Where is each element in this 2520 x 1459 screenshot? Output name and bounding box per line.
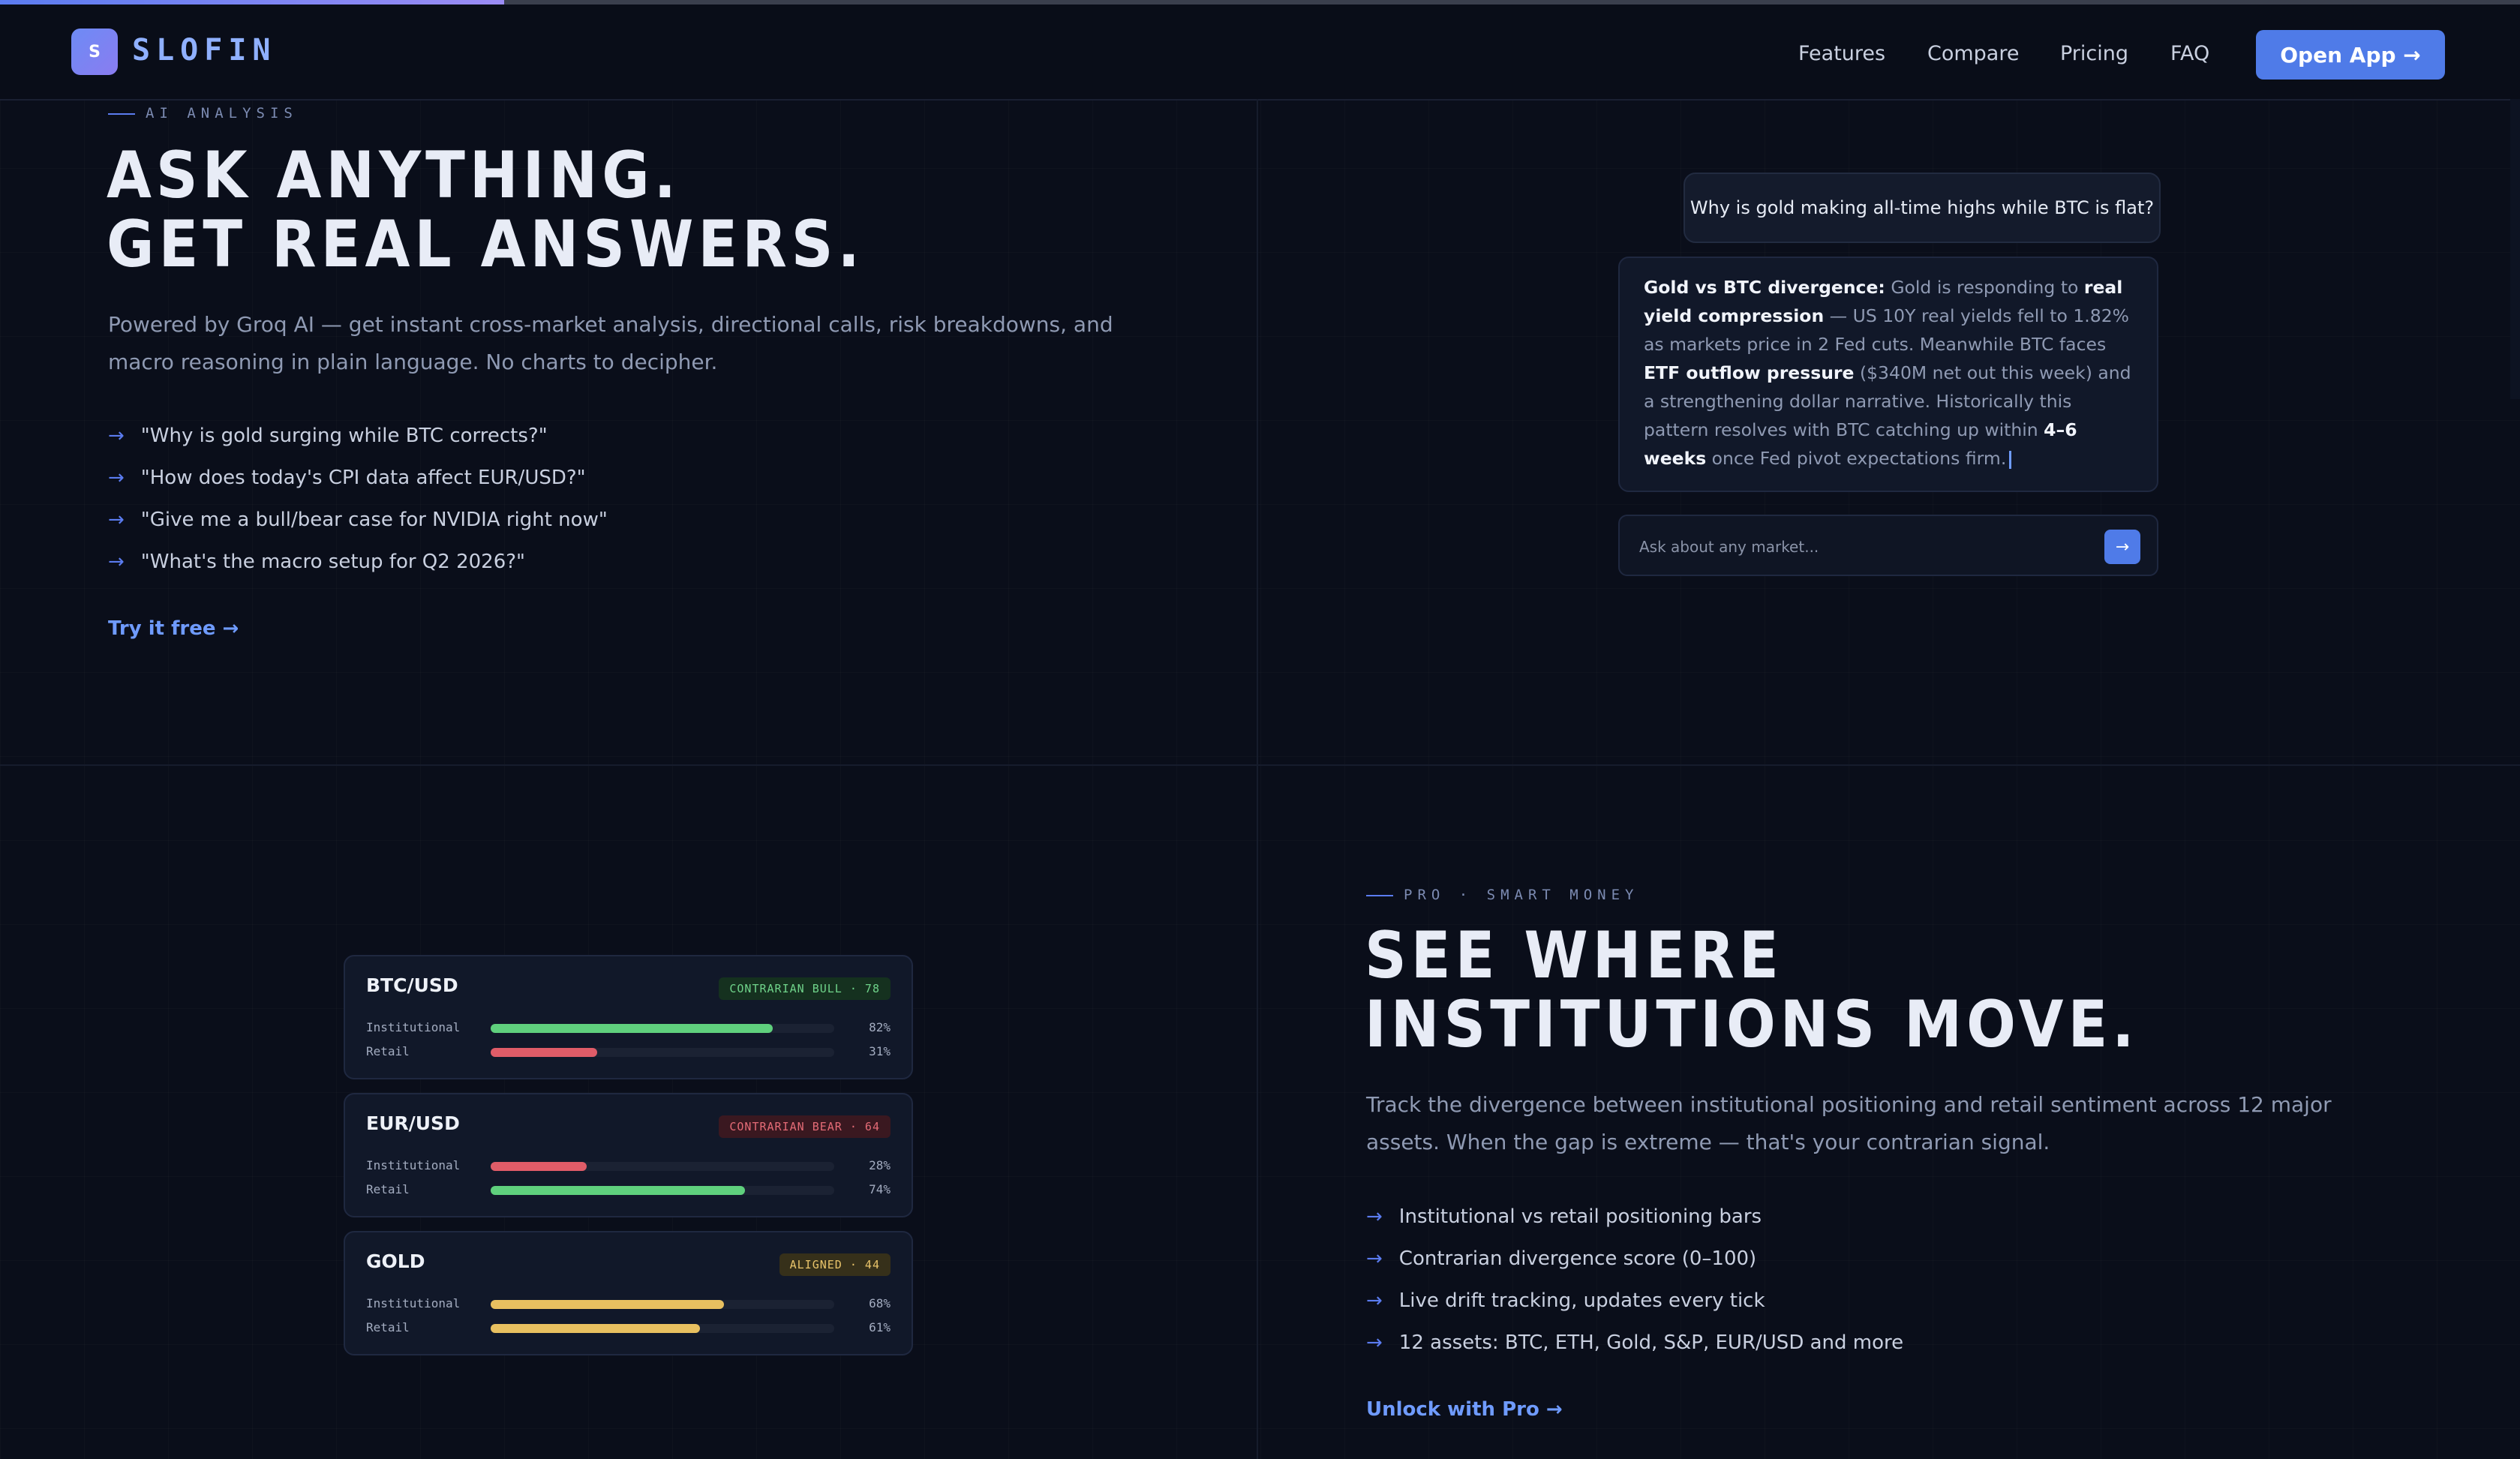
arrow-right-icon: → [108,467,125,489]
row-percent: 82% [869,1020,891,1034]
logo-text[interactable]: SLOFIN [132,33,277,68]
bar-fill-institutional [491,1162,587,1171]
list-item: → Contrarian divergence score (0–100) [1366,1247,1757,1270]
pro-section-description: Track the divergence between institution… [1366,1092,2332,1154]
send-button[interactable]: → [2104,530,2140,564]
arrow-right-icon: → [1366,1289,1383,1312]
arrow-right-icon: → [1366,1205,1383,1228]
unlock-with-pro-link[interactable]: Unlock with Pro → [1366,1398,1563,1421]
section-divider-horizontal [0,764,2520,766]
scrollbar[interactable] [2510,99,2520,399]
row-percent: 68% [869,1296,891,1310]
row-percent: 28% [869,1158,891,1172]
asset-name: BTC/USD [366,974,458,996]
try-it-free-link[interactable]: Try it free → [108,617,239,640]
ai-section-description: Powered by Groq AI — get instant cross-m… [108,312,1113,374]
bar-fill-institutional [491,1300,725,1309]
row-label-institutional: Institutional [366,1158,461,1172]
asset-card-gold: GOLD ALIGNED · 44 Institutional 68% Reta… [344,1231,913,1355]
list-item: → "Why is gold surging while BTC corrects… [108,425,548,447]
row-percent: 61% [869,1320,891,1334]
ai-section-eyebrow: AI ANALYSIS [108,105,298,122]
typing-cursor [2009,450,2012,469]
bar-fill-retail [491,1048,597,1057]
arrow-right-icon: → [1366,1247,1383,1270]
bar-fill-institutional [491,1024,773,1033]
ai-response-bold: ETF outflow pressure [1644,362,1855,383]
row-label-institutional: Institutional [366,1020,461,1034]
ai-response-text: once Fed pivot expectations firm. [1706,448,2007,469]
pro-section-headline: SEE WHERE INSTITUTIONS MOVE. [1365,918,2139,1062]
row-label-retail: Retail [366,1182,410,1196]
asset-name: EUR/USD [366,1112,460,1134]
chat-user-message: Why is gold making all-time highs while … [1684,173,2161,243]
status-badge: CONTRARIAN BULL · 78 [719,977,891,1000]
pro-section-bullets: → Institutional vs retail positioning bar… [1366,1196,1903,1364]
bar-track [491,1048,834,1057]
nav-link-features[interactable]: Features [1798,42,1885,65]
pro-section-eyebrow: PRO · SMART MONEY [1366,887,1638,903]
arrow-right-icon: → [108,509,125,531]
list-item: → Live drift tracking, updates every tick [1366,1289,1765,1312]
ai-section-bullets: → "Why is gold surging while BTC corrects… [108,415,608,583]
row-label-retail: Retail [366,1044,410,1058]
asset-card-btcusd: BTC/USD CONTRARIAN BULL · 78 Institution… [344,955,913,1079]
list-item: → Institutional vs retail positioning bar… [1366,1205,1762,1228]
chat-user-message-text: Why is gold making all-time highs while … [1690,197,2155,218]
arrow-right-icon: → [1366,1331,1383,1354]
row-percent: 74% [869,1182,891,1196]
status-badge: ALIGNED · 44 [779,1253,891,1276]
nav-link-faq[interactable]: FAQ [2170,42,2209,65]
asset-card-eurusd: EUR/USD CONTRARIAN BEAR · 64 Institution… [344,1093,913,1217]
bar-track [491,1300,834,1309]
chat-input-box: → [1618,515,2158,576]
ai-response-bold: Gold vs BTC divergence: [1644,277,1885,298]
ai-section-headline: ASK ANYTHING. GET REAL ANSWERS. [107,138,864,282]
bar-fill-retail [491,1324,701,1333]
chat-ai-response: Gold vs BTC divergence: Gold is respondi… [1618,257,2158,492]
chat-input[interactable] [1638,533,2076,561]
row-percent: 31% [869,1044,891,1058]
list-item: → "How does today's CPI data affect EUR/U… [108,467,586,489]
row-label-retail: Retail [366,1320,410,1334]
section-divider-vertical [1257,99,1258,1459]
logo-icon[interactable]: S [71,29,118,75]
arrow-right-icon: → [2115,537,2130,557]
nav-link-compare[interactable]: Compare [1927,42,2019,65]
ai-response-text: Gold is responding to [1885,277,2084,298]
bar-track [491,1324,834,1333]
open-app-button[interactable]: Open App → [2256,30,2445,80]
list-item: → "Give me a bull/bear case for NVIDIA ri… [108,509,608,531]
list-item: → 12 assets: BTC, ETH, Gold, S&P, EUR/USD… [1366,1331,1904,1354]
arrow-right-icon: → [108,551,125,573]
bar-track [491,1186,834,1195]
top-navbar: S SLOFIN Features Compare Pricing FAQ Op… [0,5,2520,101]
bar-track [491,1162,834,1171]
list-item: → "What's the macro setup for Q2 2026?" [108,551,526,573]
status-badge: CONTRARIAN BEAR · 64 [719,1115,891,1138]
row-label-institutional: Institutional [366,1296,461,1310]
nav-link-pricing[interactable]: Pricing [2060,42,2128,65]
bar-fill-retail [491,1186,745,1195]
arrow-right-icon: → [108,425,125,447]
asset-name: GOLD [366,1250,425,1272]
bar-track [491,1024,834,1033]
